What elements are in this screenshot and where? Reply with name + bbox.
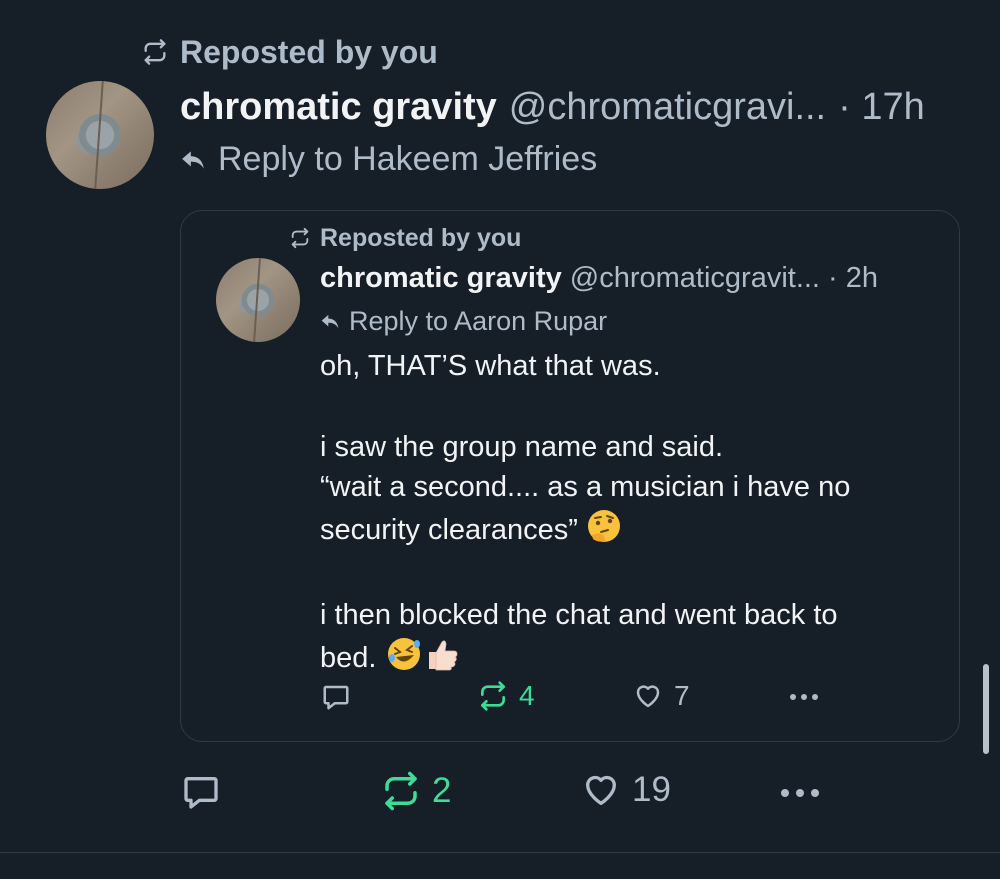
body-line: i saw the group name and said.	[320, 430, 724, 463]
more-dots-icon	[790, 694, 818, 700]
thinking-face-emoji	[586, 508, 622, 555]
more-button[interactable]	[776, 778, 824, 808]
quoted-post-time[interactable]: · 2h	[828, 262, 878, 295]
quoted-more-button[interactable]	[786, 683, 822, 711]
repost-count: 2	[432, 771, 452, 810]
body-line: bed.	[320, 641, 377, 674]
outer-reply-to-label: Reply to Hakeem Jeffries	[218, 140, 598, 178]
quoted-post-body: oh, THAT’S what that was. i saw the grou…	[320, 346, 940, 683]
heart-icon	[636, 685, 660, 708]
body-line: i then blocked the chat and went back to	[320, 599, 838, 632]
repost-icon	[481, 681, 505, 711]
body-line-with-emoji: security clearances”	[320, 508, 940, 555]
more-dots-icon	[781, 789, 819, 797]
outer-repost-header: Reposted by you	[140, 32, 438, 72]
repost-icon	[385, 771, 417, 811]
like-button[interactable]: 19	[580, 770, 671, 810]
outer-author-line: chromatic gravity @chromaticgravi... · 1…	[180, 86, 925, 129]
comment-icon	[323, 685, 349, 710]
outer-reply-to[interactable]: Reply to Hakeem Jeffries	[180, 140, 597, 179]
outer-repost-label: Reposted by you	[180, 33, 438, 70]
reply-arrow-icon	[182, 150, 204, 169]
scrollbar[interactable]	[983, 664, 989, 754]
body-line-with-emoji: bed.	[320, 636, 940, 683]
quoted-author-line: chromatic gravity @chromaticgravit... · …	[320, 262, 878, 295]
quoted-like-button[interactable]: 7	[632, 680, 690, 712]
reply-button[interactable]	[180, 772, 222, 812]
quoted-repost-button[interactable]: 4	[477, 680, 535, 712]
quoted-reply-to-label: Reply to Aaron Rupar	[349, 306, 608, 336]
outer-author-handle[interactable]: @chromaticgravi...	[509, 86, 826, 129]
outer-author-name[interactable]: chromatic gravity	[180, 86, 497, 129]
quoted-author-avatar[interactable]	[216, 258, 300, 342]
outer-author-avatar[interactable]	[46, 81, 154, 189]
repost-icon	[291, 227, 309, 249]
quoted-author-name[interactable]: chromatic gravity	[320, 262, 562, 295]
thumbs-up-emoji	[423, 636, 459, 683]
quoted-like-count: 7	[674, 680, 690, 711]
outer-post-time[interactable]: · 17h	[838, 86, 925, 129]
reply-arrow-icon	[321, 314, 339, 329]
quoted-repost-count: 4	[519, 680, 535, 711]
heart-icon	[586, 775, 616, 805]
repost-icon	[144, 39, 166, 65]
body-line: “wait a second.... as a musician i have …	[320, 471, 851, 504]
comment-icon	[184, 777, 218, 809]
body-line: security clearances”	[320, 513, 578, 546]
quoted-repost-header: Reposted by you	[288, 222, 521, 254]
quoted-repost-label: Reposted by you	[320, 223, 522, 252]
quoted-author-handle[interactable]: @chromaticgravit...	[570, 262, 820, 295]
like-count: 19	[632, 770, 671, 809]
repost-button[interactable]: 2	[380, 770, 451, 812]
quoted-reply-button[interactable]	[320, 682, 352, 712]
post-divider	[0, 852, 1000, 853]
quoted-reply-to[interactable]: Reply to Aaron Rupar	[320, 306, 607, 337]
body-line: oh, THAT’S what that was.	[320, 350, 661, 382]
rolling-on-floor-laughing-emoji	[385, 636, 423, 683]
